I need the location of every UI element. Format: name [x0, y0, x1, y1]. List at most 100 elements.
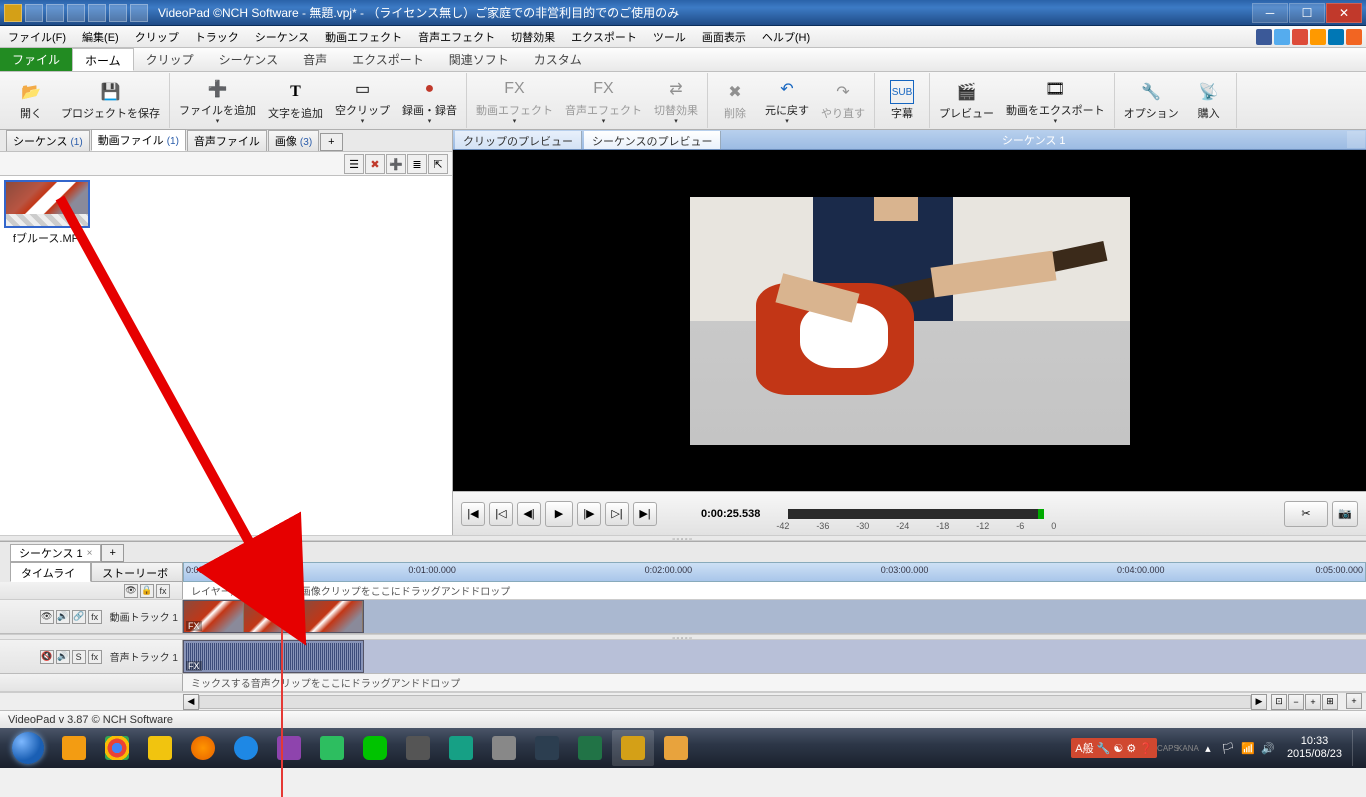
share-twitter-icon[interactable]	[1274, 29, 1290, 45]
rib-undo-button[interactable]: ↶元に戻す▾	[759, 73, 815, 128]
bin-tab-video[interactable]: 動画ファイル(1)	[91, 129, 186, 151]
tb-line[interactable]	[354, 730, 396, 766]
menu-export[interactable]: エクスポート	[563, 26, 645, 48]
scroll-right-button[interactable]: ▶	[1251, 694, 1267, 710]
zoom-in-button[interactable]: +	[1305, 694, 1321, 710]
close-seq-icon[interactable]: ×	[87, 548, 93, 559]
fx-icon[interactable]: fx	[88, 610, 102, 624]
ribbon-tab-export[interactable]: エクスポート	[340, 48, 437, 71]
tray-up-icon[interactable]: ▴	[1199, 739, 1217, 757]
menu-tool[interactable]: ツール	[645, 26, 694, 48]
mix-track-body[interactable]: ミックスする音声クリップをここにドラッグアンドドロップ	[183, 674, 1366, 691]
video-track-body[interactable]: FX	[183, 600, 1366, 633]
menu-edit[interactable]: 編集(E)	[74, 26, 127, 48]
ribbon-tab-audio[interactable]: 音声	[291, 48, 340, 71]
goto-end-button[interactable]: ▶|	[633, 502, 657, 526]
qat-undo[interactable]	[88, 4, 106, 22]
scrollbar[interactable]	[199, 695, 1251, 709]
preview-detach-button[interactable]	[1347, 131, 1365, 148]
bin-tab-audio[interactable]: 音声ファイル	[187, 130, 267, 151]
bin-delete-icon[interactable]: ✖	[365, 154, 385, 174]
tb-paint[interactable]	[655, 730, 697, 766]
rib-delete-button[interactable]: ✖削除	[711, 73, 759, 128]
start-button[interactable]	[4, 730, 52, 766]
ime-indicator[interactable]: A般 🔧 ☯ ⚙ ❓	[1071, 738, 1157, 758]
qat-save[interactable]	[67, 4, 85, 22]
ribbon-tab-custom[interactable]: カスタム	[522, 48, 595, 71]
eye-icon[interactable]: 👁	[124, 584, 138, 598]
tb-app1[interactable]	[268, 730, 310, 766]
solo-icon[interactable]: S	[72, 650, 86, 664]
clock[interactable]: 10:332015/08/23	[1279, 735, 1350, 761]
play-button[interactable]: ▶	[545, 501, 573, 527]
tb-app4[interactable]	[526, 730, 568, 766]
qat-play[interactable]	[130, 4, 148, 22]
show-desktop-button[interactable]	[1352, 730, 1362, 766]
rib-videofx-button[interactable]: FX動画エフェクト▾	[470, 73, 559, 128]
zoom-out-button[interactable]: −	[1288, 694, 1304, 710]
link-icon[interactable]: 🔗	[72, 610, 86, 624]
eye-icon[interactable]: 👁	[40, 610, 54, 624]
tb-explorer[interactable]	[139, 730, 181, 766]
fx-icon[interactable]: fx	[156, 584, 170, 598]
qat-redo[interactable]	[109, 4, 127, 22]
split-button[interactable]: ✂	[1284, 501, 1328, 527]
tb-chrome[interactable]	[96, 730, 138, 766]
mute-icon[interactable]: 🔇	[40, 650, 54, 664]
vol-icon[interactable]: 🔊	[56, 650, 70, 664]
tb-calc[interactable]	[483, 730, 525, 766]
share-amazon-icon[interactable]	[1310, 29, 1326, 45]
clip-item[interactable]: fブルース.MP4	[4, 180, 94, 246]
preview-viewport[interactable]	[453, 150, 1366, 491]
rib-open-button[interactable]: 📂開く	[7, 73, 55, 128]
tray-net-icon[interactable]: 📶	[1239, 739, 1257, 757]
add-track-button[interactable]: +	[1346, 693, 1362, 709]
bin-detach-icon[interactable]: ⇱	[428, 154, 448, 174]
ribbon-tab-sequence[interactable]: シーケンス	[207, 48, 291, 71]
add-sequence-button[interactable]: +	[101, 544, 123, 562]
zoom-sel-button[interactable]: ⊞	[1322, 694, 1338, 710]
qat-new[interactable]	[25, 4, 43, 22]
menu-track[interactable]: トラック	[187, 26, 247, 48]
scroll-left-button[interactable]: ◀	[183, 694, 199, 710]
maximize-button[interactable]: ☐	[1289, 3, 1325, 23]
audio-track-body[interactable]: FX	[183, 640, 1366, 673]
tb-app2[interactable]	[397, 730, 439, 766]
tb-excel[interactable]	[569, 730, 611, 766]
rib-record-button[interactable]: ●録画・録音▾	[396, 73, 463, 128]
tb-ie[interactable]	[225, 730, 267, 766]
tb-evernote[interactable]	[311, 730, 353, 766]
ribbon-tab-file[interactable]: ファイル	[0, 48, 72, 71]
tray-vol-icon[interactable]: 🔊	[1259, 739, 1277, 757]
vol-icon[interactable]: 🔊	[56, 610, 70, 624]
tb-mediaplayer[interactable]	[53, 730, 95, 766]
ribbon-tab-home[interactable]: ホーム	[72, 48, 134, 71]
rib-redo-button[interactable]: ↷やり直す	[815, 73, 871, 128]
bin-list-icon[interactable]: ≣	[407, 154, 427, 174]
rib-preview-button[interactable]: 🎬プレビュー	[933, 73, 1000, 128]
playhead[interactable]	[276, 563, 288, 577]
menu-sequence[interactable]: シーケンス	[247, 26, 317, 48]
rib-addtext-button[interactable]: T文字を追加	[262, 73, 329, 128]
minimize-button[interactable]: ─	[1252, 3, 1288, 23]
rib-blank-button[interactable]: ▭空クリップ▾	[329, 73, 396, 128]
rib-audiofx-button[interactable]: FX音声エフェクト▾	[559, 73, 648, 128]
preview-tab-sequence[interactable]: シーケンスのプレビュー	[584, 131, 721, 149]
rib-transition-button[interactable]: ⇄切替効果▾	[648, 73, 704, 128]
share-rss-icon[interactable]	[1346, 29, 1362, 45]
step-fwd-button[interactable]: |▶	[577, 502, 601, 526]
snapshot-button[interactable]: 📷	[1332, 501, 1358, 527]
rib-export-button[interactable]: 🎞動画をエクスポート▾	[1000, 73, 1111, 128]
rib-save-button[interactable]: 💾プロジェクトを保存	[55, 73, 166, 128]
menu-videoeffect[interactable]: 動画エフェクト	[317, 26, 410, 48]
tb-videopad[interactable]	[612, 730, 654, 766]
view-timeline-tab[interactable]: タイムライン	[10, 562, 91, 582]
prev-frame-button[interactable]: |◁	[489, 502, 513, 526]
ribbon-tab-clip[interactable]: クリップ	[134, 48, 207, 71]
menu-view[interactable]: 画面表示	[694, 26, 754, 48]
qat-open[interactable]	[46, 4, 64, 22]
menu-audioeffect[interactable]: 音声エフェクト	[410, 26, 503, 48]
bin-tab-add[interactable]: +	[320, 133, 342, 151]
rib-options-button[interactable]: 🔧オプション	[1118, 73, 1185, 128]
share-google-icon[interactable]	[1292, 29, 1308, 45]
